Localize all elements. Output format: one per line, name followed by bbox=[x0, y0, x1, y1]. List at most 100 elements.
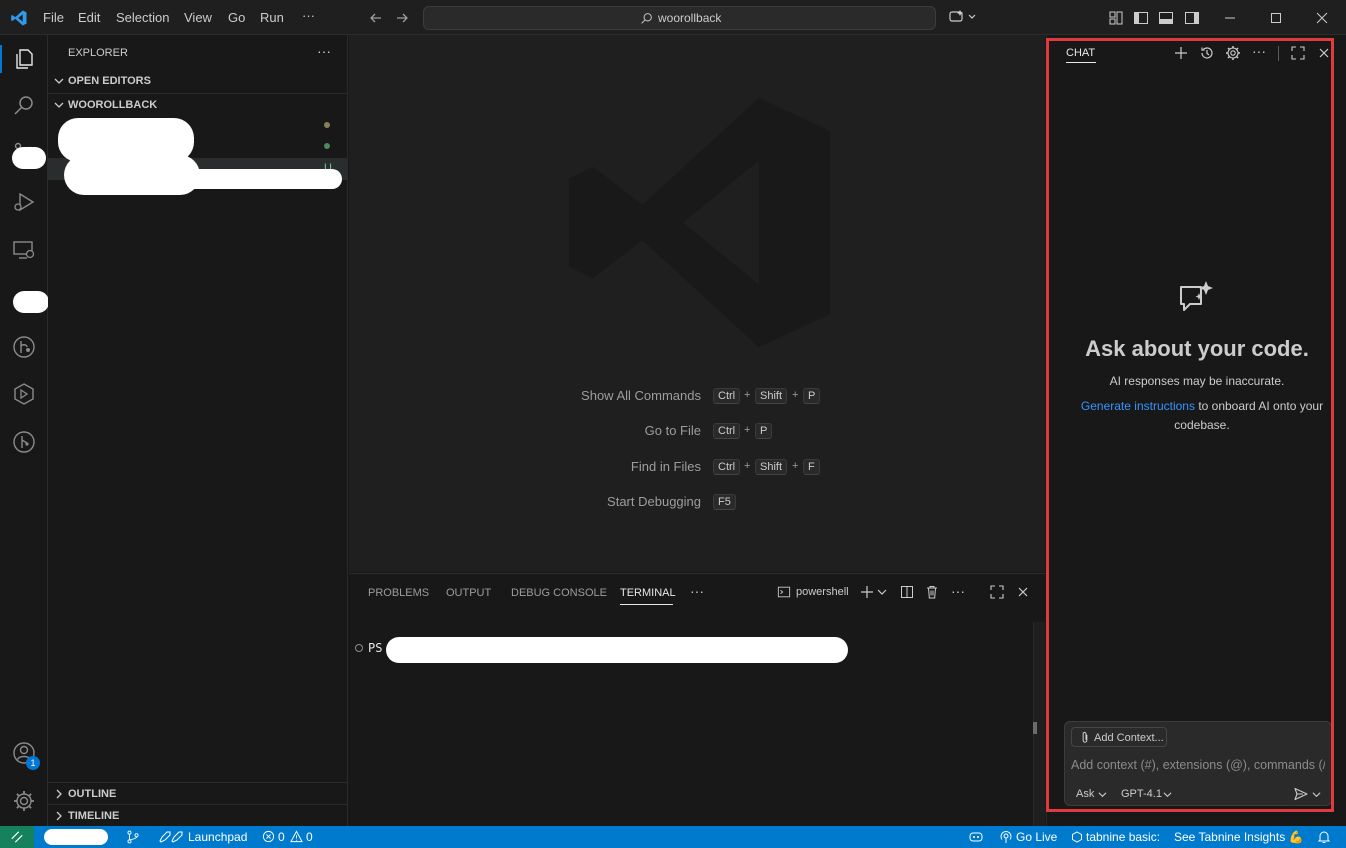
go-live-label[interactable]: Go Live bbox=[1016, 830, 1057, 844]
open-editors-header[interactable]: OPEN EDITORS bbox=[48, 70, 348, 92]
extension-cube-icon[interactable] bbox=[12, 382, 36, 406]
outline-header[interactable]: OUTLINE bbox=[48, 782, 348, 804]
maximize-icon[interactable] bbox=[1268, 10, 1284, 26]
error-icon[interactable] bbox=[262, 830, 275, 843]
copilot-icon[interactable] bbox=[948, 9, 978, 25]
kbd-key: Ctrl bbox=[713, 459, 741, 475]
tabnine-status[interactable]: tabnine basic: bbox=[1086, 830, 1160, 844]
manage-gear-icon[interactable] bbox=[12, 789, 36, 813]
command-center-search[interactable]: woorollback bbox=[423, 6, 936, 30]
active-tab-underline bbox=[620, 604, 673, 605]
vscode-logo-icon bbox=[10, 9, 28, 27]
redacted-area bbox=[44, 829, 108, 845]
tab-output[interactable]: OUTPUT bbox=[446, 587, 491, 599]
explorer-more-button[interactable]: ··· bbox=[317, 43, 331, 59]
remote-indicator[interactable] bbox=[0, 826, 34, 848]
plus-sign: + bbox=[792, 460, 799, 472]
shortcut-label: Find in Files bbox=[630, 459, 701, 474]
search-view-icon[interactable] bbox=[12, 94, 36, 118]
terminal-status-circle-icon bbox=[355, 644, 363, 652]
menu-view[interactable]: View bbox=[184, 10, 212, 25]
sash-handle[interactable] bbox=[1033, 722, 1037, 734]
status-bar: Launchpad 0 0 Go Live tabnine basic: See… bbox=[0, 826, 1346, 848]
terminal-prompt: PS bbox=[368, 641, 383, 655]
git-graph-icon[interactable] bbox=[12, 430, 36, 454]
bell-icon[interactable] bbox=[1317, 830, 1331, 844]
plus-sign: + bbox=[744, 460, 751, 472]
folder-name: WOOROLLBACK bbox=[68, 99, 158, 111]
plus-sign: + bbox=[744, 424, 751, 436]
tab-terminal[interactable]: TERMINAL bbox=[620, 587, 676, 599]
run-debug-icon[interactable] bbox=[12, 190, 36, 214]
new-terminal-plus-icon[interactable] bbox=[859, 584, 875, 600]
redacted-area bbox=[88, 169, 342, 189]
maximize-panel-icon[interactable] bbox=[989, 584, 1005, 600]
explorer-title: EXPLORER bbox=[68, 47, 128, 59]
error-count[interactable]: 0 bbox=[278, 830, 285, 844]
remote-explorer-icon[interactable] bbox=[12, 238, 36, 262]
timeline-label: TIMELINE bbox=[68, 810, 120, 822]
menu-run[interactable]: Run bbox=[260, 10, 284, 25]
kbd-key: Ctrl bbox=[713, 388, 741, 404]
vscode-watermark-icon bbox=[557, 80, 842, 365]
kbd-key: F5 bbox=[713, 494, 736, 510]
active-indicator bbox=[0, 45, 2, 73]
folder-header[interactable]: WOOROLLBACK bbox=[48, 93, 348, 115]
forward-arrow-icon[interactable] bbox=[394, 10, 410, 26]
trash-icon[interactable] bbox=[924, 584, 940, 600]
toggle-panel-icon[interactable] bbox=[1158, 10, 1174, 26]
back-arrow-icon[interactable] bbox=[368, 10, 384, 26]
redacted-area bbox=[13, 291, 49, 313]
source-control-status-icon[interactable] bbox=[126, 830, 140, 844]
close-window-icon[interactable] bbox=[1314, 10, 1330, 26]
menu-file[interactable]: File bbox=[43, 10, 64, 25]
tab-debug-console[interactable]: DEBUG CONSOLE bbox=[511, 587, 607, 599]
activity-bar: 1 bbox=[0, 35, 49, 826]
kbd-key: Shift bbox=[755, 459, 788, 475]
rocket-icon[interactable] bbox=[157, 830, 183, 844]
title-bar: File Edit Selection View Go Run ··· woor… bbox=[0, 0, 1346, 35]
chevron-right-icon bbox=[54, 811, 64, 821]
terminal-shell-name[interactable]: powershell bbox=[796, 586, 849, 598]
accounts-badge: 1 bbox=[26, 756, 40, 770]
broadcast-icon[interactable] bbox=[999, 830, 1013, 844]
terminal-more-button[interactable]: ··· bbox=[951, 583, 965, 599]
outline-label: OUTLINE bbox=[68, 788, 117, 800]
explorer-icon[interactable] bbox=[12, 47, 36, 71]
warning-icon[interactable] bbox=[290, 830, 303, 843]
modified-dot bbox=[324, 122, 330, 128]
kbd-key: Ctrl bbox=[713, 423, 741, 439]
menu-edit[interactable]: Edit bbox=[78, 10, 100, 25]
tabnine-icon[interactable] bbox=[1071, 831, 1083, 843]
shortcut-label: Go to File bbox=[644, 423, 701, 438]
launchpad-label[interactable]: Launchpad bbox=[188, 830, 247, 844]
copilot-status-icon[interactable] bbox=[968, 830, 984, 844]
minimize-icon[interactable] bbox=[1222, 10, 1238, 26]
added-dot bbox=[324, 143, 330, 149]
shortcut-label: Show All Commands bbox=[581, 388, 701, 403]
terminal-shell-icon bbox=[777, 585, 791, 599]
redacted-area bbox=[386, 637, 848, 663]
toggle-secondary-sidebar-icon[interactable] bbox=[1184, 10, 1200, 26]
panel-more-button[interactable]: ··· bbox=[690, 583, 704, 599]
warning-count[interactable]: 0 bbox=[306, 830, 313, 844]
tab-problems[interactable]: PROBLEMS bbox=[368, 587, 429, 599]
chevron-down-icon[interactable] bbox=[877, 587, 887, 597]
split-terminal-icon[interactable] bbox=[899, 584, 915, 600]
timeline-header[interactable]: TIMELINE bbox=[48, 804, 348, 826]
gitlens-icon[interactable] bbox=[12, 335, 36, 359]
plus-sign: + bbox=[744, 389, 751, 401]
workspace-name: woorollback bbox=[658, 11, 722, 25]
kbd-key: P bbox=[803, 388, 821, 404]
customize-layout-icon[interactable] bbox=[1108, 10, 1124, 26]
menu-selection[interactable]: Selection bbox=[116, 10, 169, 25]
plus-sign: + bbox=[792, 389, 799, 401]
search-icon bbox=[640, 12, 653, 25]
menu-more[interactable]: ··· bbox=[302, 8, 315, 23]
kbd-key: P bbox=[755, 423, 773, 439]
menu-go[interactable]: Go bbox=[228, 10, 245, 25]
close-panel-icon[interactable] bbox=[1015, 584, 1031, 600]
bottom-panel: PROBLEMS OUTPUT DEBUG CONSOLE TERMINAL ·… bbox=[349, 573, 1045, 827]
toggle-primary-sidebar-icon[interactable] bbox=[1133, 10, 1149, 26]
tabnine-insights[interactable]: See Tabnine Insights 💪 bbox=[1174, 830, 1303, 844]
